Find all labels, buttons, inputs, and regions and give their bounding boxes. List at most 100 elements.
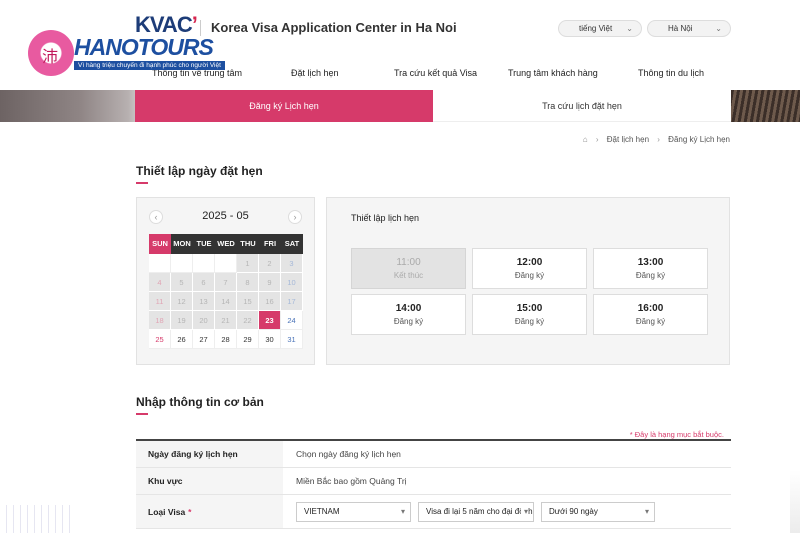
timeslot-button[interactable]: 16:00 Đăng ký (593, 294, 708, 335)
calendar-day: 9 (259, 273, 281, 292)
form-row-visa-type: Loại Visa * VIETNAM ▾ Visa đi lại 5 năm c… (136, 495, 731, 529)
breadcrumb-item: Đăng ký Lịch hẹn (668, 135, 730, 144)
calendar-day[interactable]: 28 (215, 330, 237, 349)
timeslot-status: Đăng ký (514, 271, 545, 280)
calendar-day: 3 (281, 254, 303, 273)
breadcrumb-item[interactable]: Đặt lịch hẹn (607, 135, 649, 144)
calendar-day[interactable]: 25 (149, 330, 171, 349)
chevron-right-icon: › (595, 135, 599, 144)
calendar-day: 6 (193, 273, 215, 292)
flower-logo-icon (28, 30, 74, 76)
site-title: Korea Visa Application Center in Ha Noi (200, 20, 457, 36)
timeslot-button[interactable]: 12:00 Đăng ký (472, 248, 587, 289)
calendar-day: 2 (259, 254, 281, 273)
city-select[interactable]: Hà Nội ⌄ (647, 20, 731, 37)
form-label: Ngày đăng ký lịch hẹn (136, 441, 283, 467)
section-title-basic-info: Nhập thông tin cơ bản (136, 395, 264, 415)
calendar-day: 17 (281, 292, 303, 311)
calendar-day: 20 (193, 311, 215, 330)
calendar-day: 16 (259, 292, 281, 311)
calendar-day: 13 (193, 292, 215, 311)
calendar-day: 15 (237, 292, 259, 311)
decorative-pattern (0, 505, 70, 533)
form-row-region: Khu vực Miền Bắc bao gồm Quảng Trị (136, 468, 731, 495)
calendar-day: 22 (237, 311, 259, 330)
stay-duration-select[interactable]: Dưới 90 ngày ▾ (541, 502, 655, 522)
basic-info-form: Ngày đăng ký lịch hẹn Chọn ngày đăng ký … (136, 439, 731, 529)
calendar-day: 5 (171, 273, 193, 292)
section-title-date: Thiết lập ngày đặt hẹn (136, 164, 263, 184)
timeslot-time: 14:00 (395, 303, 422, 314)
calendar-day[interactable]: 30 (259, 330, 281, 349)
chevron-right-icon: › (657, 135, 660, 144)
timeslot-button: 11:00 Kết thúc (351, 248, 466, 289)
calendar-day: 1 (237, 254, 259, 273)
calendar-empty-cell (149, 254, 171, 273)
calendar-day[interactable]: 26 (171, 330, 193, 349)
decorative-shadow (790, 470, 800, 533)
calendar-day-selected[interactable]: 23 (259, 311, 281, 330)
banner-image-right (731, 90, 800, 122)
watermark-brand: HANOTOURS (74, 34, 214, 60)
tab-register-appointment[interactable]: Đăng ký Lịch hẹn (135, 90, 433, 122)
timeslot-time: 16:00 (637, 303, 664, 314)
calendar-day: 10 (281, 273, 303, 292)
calendar-day[interactable]: 24 (281, 311, 303, 330)
weekday-label: SAT (284, 239, 300, 248)
nationality-select[interactable]: VIETNAM ▾ (296, 502, 411, 522)
language-select[interactable]: tiếng Việt ⌄ (558, 20, 642, 37)
region-value: Miền Bắc bao gồm Quảng Trị (296, 476, 407, 486)
calendar-day[interactable]: 27 (193, 330, 215, 349)
timeslot-button[interactable]: 14:00 Đăng ký (351, 294, 466, 335)
chevron-down-icon: ⌄ (715, 24, 722, 33)
calendar-day: 12 (171, 292, 193, 311)
appointment-date-value: Chọn ngày đăng ký lịch hẹn (296, 449, 401, 459)
timeslot-button[interactable]: 15:00 Đăng ký (472, 294, 587, 335)
timeslot-title: Thiết lập lịch hẹn (351, 213, 420, 223)
weekday-label: THU (240, 239, 256, 248)
calendar-grid: SUN MON TUE WED THU FRI SAT 1 2 3 4 5 6 7 8 9 10 11 12 13 1… (149, 234, 303, 349)
calendar-days: 1 2 3 4 5 6 7 8 9 10 11 12 13 14 15 16 17 18 19 20 21 22 23 24 2… (149, 254, 303, 349)
required-note: * Đây là hạng mục bắt buộc. (629, 430, 724, 439)
calendar-day: 21 (215, 311, 237, 330)
timeslot-time: 13:00 (637, 257, 664, 268)
timeslot-status: Kết thúc (393, 271, 424, 280)
home-icon[interactable]: ⌂ (583, 135, 588, 144)
nav-visa-result[interactable]: Tra cứu kết quả Visa (394, 68, 477, 78)
timeslot-time: 12:00 (516, 257, 543, 268)
form-label: Khu vực (136, 468, 283, 494)
calendar-empty-cell (171, 254, 193, 273)
tab-lookup-appointment[interactable]: Tra cứu lịch đặt hẹn (433, 90, 731, 122)
watermark-tagline: Vì hàng triệu chuyến đi hạnh phúc cho ng… (74, 61, 225, 70)
calendar-day: 11 (149, 292, 171, 311)
calendar-weekdays: SUN MON TUE WED THU FRI SAT (149, 234, 303, 254)
chevron-right-icon[interactable]: › (288, 210, 302, 224)
timeslot-status: Đăng ký (635, 317, 666, 326)
calendar-day[interactable]: 29 (237, 330, 259, 349)
calendar-empty-cell (193, 254, 215, 273)
form-label: Loại Visa * (136, 495, 283, 528)
chevron-down-icon: ▾ (641, 503, 649, 521)
timeslot-status: Đăng ký (514, 317, 545, 326)
nav-travel-info[interactable]: Thông tin du lịch (638, 68, 704, 78)
calendar-empty-cell (215, 254, 237, 273)
weekday-label: SUN (149, 234, 171, 254)
visa-type-select[interactable]: Visa đi lại 5 năm cho đại đô thị ▾ (418, 502, 534, 522)
timeslot-panel: Thiết lập lịch hẹn 11:00 Kết thúc 12:00 Đăn… (326, 197, 730, 365)
chevron-down-icon: ⌄ (626, 24, 633, 33)
nav-appointment[interactable]: Đặt lịch hẹn (291, 68, 339, 78)
timeslot-button[interactable]: 13:00 Đăng ký (593, 248, 708, 289)
calendar-day: 7 (215, 273, 237, 292)
weekday-label: TUE (196, 239, 212, 248)
weekday-label: MON (173, 239, 191, 248)
timeslot-status: Đăng ký (635, 271, 666, 280)
calendar-day: 8 (237, 273, 259, 292)
calendar-day: 19 (171, 311, 193, 330)
timeslot-time: 11:00 (396, 257, 421, 268)
timeslot-status: Đăng ký (393, 317, 424, 326)
nav-customer-center[interactable]: Trung tâm khách hàng (508, 68, 598, 78)
form-row-date: Ngày đăng ký lịch hẹn Chọn ngày đăng ký … (136, 441, 731, 468)
calendar-day: 14 (215, 292, 237, 311)
calendar-day[interactable]: 31 (281, 330, 303, 349)
hanotours-watermark: HANOTOURS Vì hàng triệu chuyến đi hạnh p… (28, 28, 228, 80)
